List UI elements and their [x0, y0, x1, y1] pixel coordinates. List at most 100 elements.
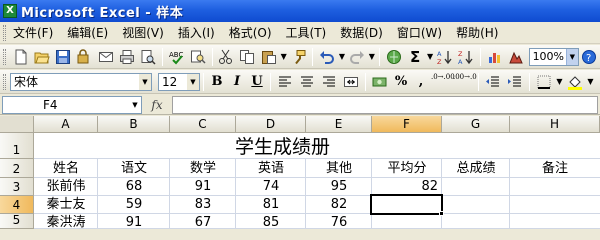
chart-wizard-icon[interactable]: [485, 47, 504, 67]
table-cell[interactable]: 82: [372, 179, 442, 195]
fill-color-dropdown-icon[interactable]: ▼: [586, 77, 595, 86]
borders-dropdown-icon[interactable]: ▼: [555, 77, 564, 86]
save-disk-icon[interactable]: [54, 47, 73, 67]
row-header-2[interactable]: 2: [0, 159, 34, 178]
column-header-b[interactable]: B: [98, 116, 170, 133]
align-right-icon[interactable]: [319, 72, 339, 92]
column-header-c[interactable]: C: [170, 116, 236, 133]
bold-button[interactable]: B: [207, 72, 227, 92]
email-icon[interactable]: [96, 47, 115, 67]
open-folder-icon[interactable]: [32, 47, 51, 67]
align-center-icon[interactable]: [297, 72, 317, 92]
menu-view[interactable]: 视图(V): [115, 23, 171, 43]
hyperlink-icon[interactable]: [384, 47, 403, 67]
align-left-icon[interactable]: [275, 72, 295, 92]
header-cell[interactable]: 其他: [306, 161, 372, 177]
spelling-icon[interactable]: ABC: [167, 47, 186, 67]
formula-input[interactable]: [172, 95, 598, 114]
borders-icon[interactable]: [534, 72, 554, 92]
table-cell[interactable]: 68: [98, 179, 170, 195]
paste-icon[interactable]: [259, 47, 278, 67]
excel-app-icon[interactable]: X: [3, 4, 17, 18]
column-header-d[interactable]: D: [236, 116, 306, 133]
chevron-down-icon[interactable]: ▼: [187, 73, 199, 90]
table-cell[interactable]: 85: [236, 215, 306, 229]
select-all-corner[interactable]: [0, 116, 34, 133]
menu-data[interactable]: 数据(D): [333, 23, 390, 43]
undo-icon[interactable]: [317, 47, 336, 67]
permission-icon[interactable]: [75, 47, 94, 67]
cut-icon[interactable]: [217, 47, 236, 67]
format-painter-icon[interactable]: [289, 47, 308, 67]
header-cell[interactable]: 姓名: [34, 161, 98, 177]
row-header-3[interactable]: 3: [0, 178, 34, 196]
column-header-f[interactable]: F: [372, 116, 442, 133]
column-header-h[interactable]: H: [510, 116, 600, 133]
header-cell[interactable]: 数学: [170, 161, 236, 177]
header-cell[interactable]: 备注: [510, 161, 600, 177]
percent-button[interactable]: %: [391, 72, 411, 92]
italic-button[interactable]: I: [227, 72, 247, 92]
copy-icon[interactable]: [238, 47, 257, 67]
menu-insert[interactable]: 插入(I): [171, 23, 222, 43]
research-icon[interactable]: [188, 47, 207, 67]
menu-file[interactable]: 文件(F): [10, 23, 60, 43]
new-document-icon[interactable]: [11, 47, 30, 67]
autosum-icon[interactable]: Σ: [405, 47, 424, 67]
fill-color-icon[interactable]: [565, 72, 585, 92]
header-cell[interactable]: 语文: [98, 161, 170, 177]
menubar-grip[interactable]: [3, 24, 6, 41]
menu-window[interactable]: 窗口(W): [390, 23, 449, 43]
menu-tools[interactable]: 工具(T): [279, 23, 334, 43]
header-cell[interactable]: 总成绩: [442, 161, 510, 177]
table-cell[interactable]: 91: [98, 215, 170, 229]
underline-button[interactable]: U: [247, 72, 267, 92]
toolbar-grip[interactable]: [3, 73, 6, 90]
menu-help[interactable]: 帮助(H): [449, 23, 505, 43]
column-header-a[interactable]: A: [34, 116, 98, 133]
table-cell[interactable]: 秦洪涛: [34, 215, 98, 229]
chevron-down-icon[interactable]: ▼: [129, 97, 141, 113]
print-icon[interactable]: [117, 47, 136, 67]
table-cell[interactable]: 74: [236, 179, 306, 195]
undo-dropdown-icon[interactable]: ▼: [338, 52, 347, 61]
menu-format[interactable]: 格式(O): [222, 23, 279, 43]
drawing-icon[interactable]: [506, 47, 525, 67]
increase-indent-icon[interactable]: [505, 72, 525, 92]
table-cell[interactable]: 67: [170, 215, 236, 229]
sort-ascending-icon[interactable]: AZ: [435, 47, 454, 67]
decrease-decimal-button[interactable]: .00→.0: [453, 72, 477, 92]
zoom-combobox[interactable]: 100% ▼: [528, 47, 579, 66]
column-header-e[interactable]: E: [306, 116, 372, 133]
redo-icon[interactable]: [347, 47, 366, 67]
paste-dropdown-icon[interactable]: ▼: [279, 52, 288, 61]
table-cell[interactable]: 81: [236, 197, 306, 213]
table-cell[interactable]: 秦士友: [34, 197, 98, 213]
decrease-indent-icon[interactable]: [483, 72, 503, 92]
row-header-1[interactable]: 1: [0, 133, 34, 159]
print-preview-icon[interactable]: [139, 47, 158, 67]
menu-edit[interactable]: 编辑(E): [60, 23, 115, 43]
fill-handle[interactable]: [439, 211, 444, 216]
help-icon[interactable]: ?: [580, 47, 599, 67]
table-cell[interactable]: 83: [170, 197, 236, 213]
active-cell-selection[interactable]: [370, 194, 443, 215]
chevron-down-icon[interactable]: ▼: [139, 73, 151, 90]
column-header-g[interactable]: G: [442, 116, 510, 133]
header-cell[interactable]: 英语: [236, 161, 306, 177]
autosum-dropdown-icon[interactable]: ▼: [426, 52, 435, 61]
toolbar-grip[interactable]: [3, 48, 6, 65]
name-box[interactable]: F4 ▼: [2, 95, 142, 114]
row-header-5[interactable]: 5: [0, 213, 34, 229]
increase-decimal-button[interactable]: .0→.00: [431, 72, 455, 92]
worksheet-grid[interactable]: A B C D E F G H 1 2 3 4 5 学生成绩册 姓名 语文 数学 英语 其他 平均分 总成绩 备注 张前伟 6…: [0, 116, 600, 229]
font-size-combobox[interactable]: 12 ▼: [158, 72, 200, 91]
table-cell[interactable]: 82: [306, 197, 372, 213]
table-cell[interactable]: 76: [306, 215, 372, 229]
chevron-down-icon[interactable]: ▼: [565, 48, 578, 65]
table-cell[interactable]: 张前伟: [34, 179, 98, 195]
insert-function-button[interactable]: fx: [142, 98, 172, 112]
currency-icon[interactable]: [370, 72, 390, 92]
header-cell[interactable]: 平均分: [372, 161, 442, 177]
table-cell[interactable]: 95: [306, 179, 372, 195]
